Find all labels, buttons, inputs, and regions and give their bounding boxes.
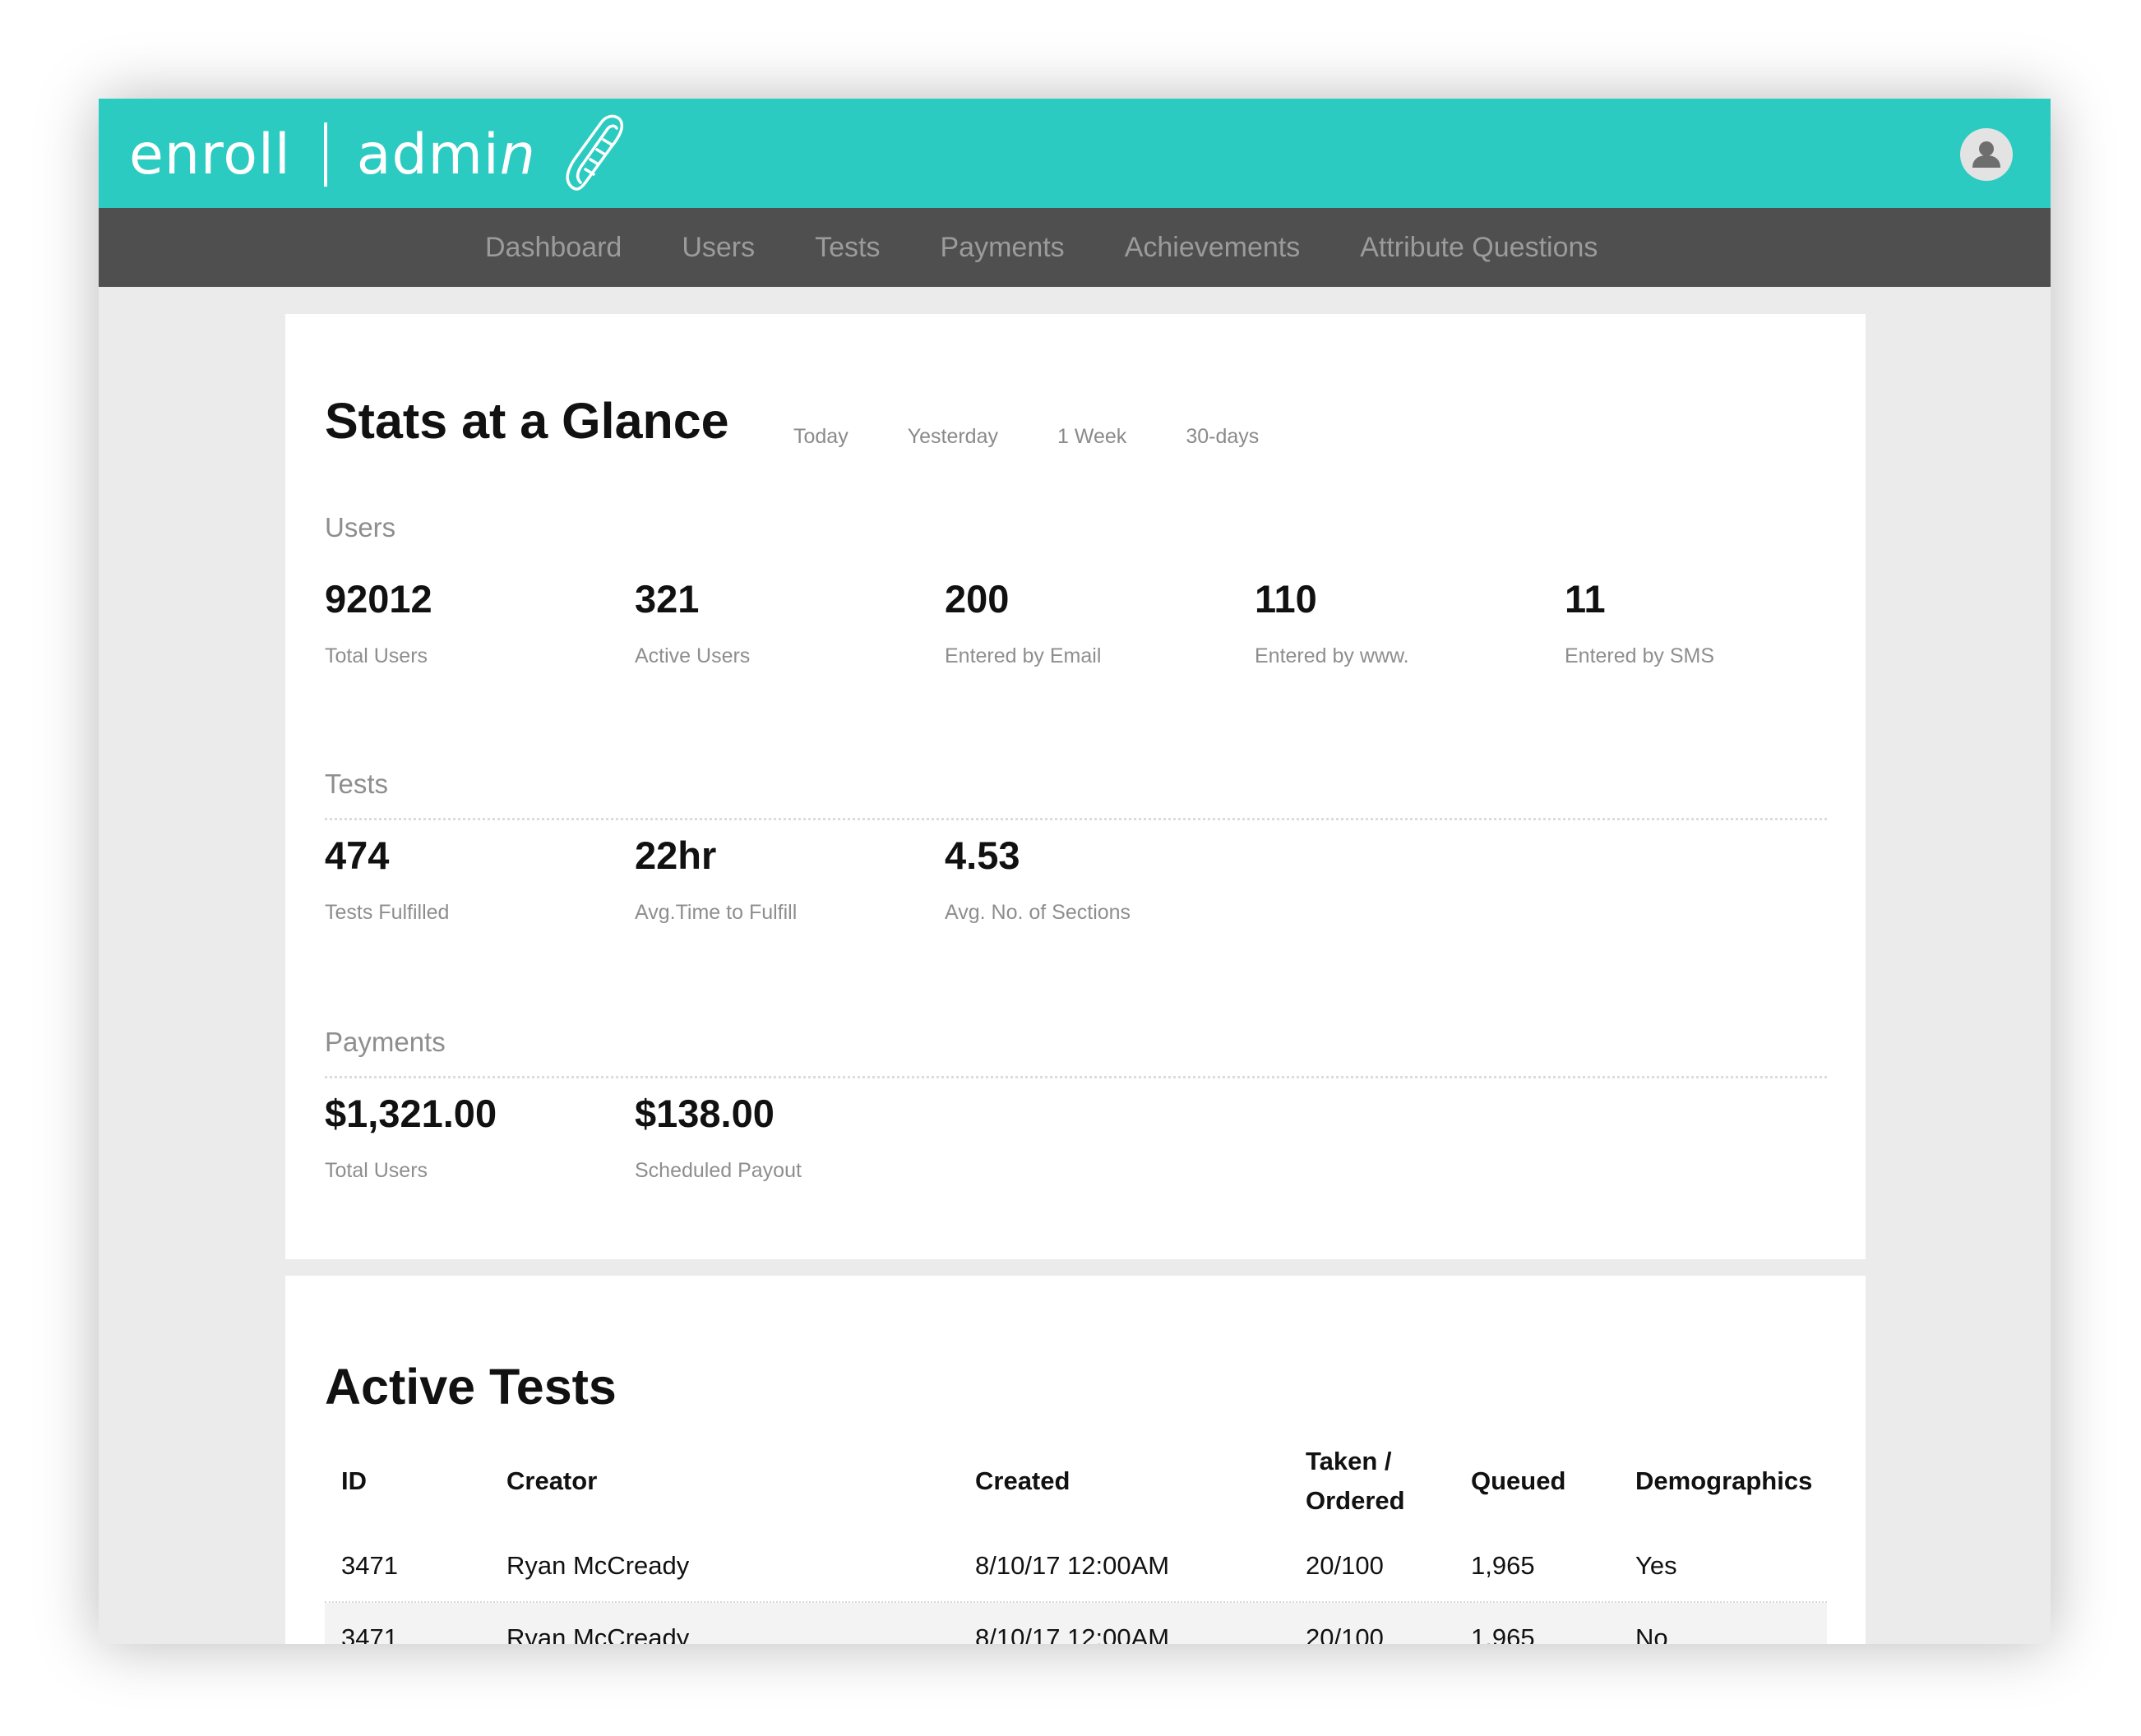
stat-avg-no-of-sections: 4.53 Avg. No. of Sections: [945, 836, 1241, 925]
brand-logo[interactable]: enroll admin: [129, 113, 627, 196]
brand-enroll-text: enroll: [129, 122, 291, 187]
cell-queued: 1,965: [1471, 1551, 1535, 1580]
nav-tests[interactable]: Tests: [815, 232, 880, 264]
nav-attribute-questions[interactable]: Attribute Questions: [1360, 232, 1598, 264]
stat-tests-fulfilled: 474 Tests Fulfilled: [325, 836, 621, 925]
table-header: ID Creator Created Taken / Ordered Queue…: [325, 1432, 1827, 1531]
column-header-taken-ordered[interactable]: Taken / Ordered: [1306, 1442, 1405, 1521]
tests-section-label: Tests: [325, 769, 389, 799]
column-header-created[interactable]: Created: [975, 1461, 1070, 1501]
table-row[interactable]: 3471 Ryan McCready 8/10/17 12:00AM 20/10…: [325, 1531, 1827, 1603]
column-header-queued[interactable]: Queued: [1471, 1461, 1565, 1501]
range-30-days[interactable]: 30-days: [1186, 425, 1259, 449]
cell-demographics: No: [1635, 1623, 1668, 1644]
stat-label: Entered by SMS: [1565, 644, 1715, 667]
cell-taken-ordered: 20/100: [1306, 1551, 1384, 1580]
stat-value: 92012: [325, 577, 432, 621]
cell-taken-ordered: 20/100: [1306, 1623, 1384, 1644]
column-header-demographics[interactable]: Demographics: [1635, 1461, 1812, 1501]
range-today[interactable]: Today: [793, 425, 849, 449]
users-section-label: Users: [325, 512, 396, 542]
brand-separator: [323, 122, 327, 187]
cell-id: 3471: [341, 1551, 398, 1580]
stat-label: Avg. No. of Sections: [945, 901, 1131, 924]
user-avatar-icon[interactable]: [1960, 128, 2013, 181]
stat-label: Total Users: [325, 644, 428, 667]
column-header-ordered: Ordered: [1306, 1486, 1405, 1515]
range-1-week[interactable]: 1 Week: [1057, 425, 1126, 449]
stats-card: Stats at a Glance Today Yesterday 1 Week…: [285, 314, 1866, 1259]
main-nav: Dashboard Users Tests Payments Achieveme…: [99, 208, 2051, 287]
range-filter: Today Yesterday 1 Week 30-days: [793, 425, 1259, 449]
stat-value: 22hr: [635, 833, 717, 877]
stat-total-payments: $1,321.00 Total Users: [325, 1094, 621, 1183]
stat-label: Tests Fulfilled: [325, 901, 450, 924]
cell-queued: 1,965: [1471, 1623, 1535, 1644]
stat-value: 474: [325, 833, 390, 877]
hotdog-icon: [561, 112, 627, 197]
stat-entered-by-email: 200 Entered by Email: [945, 579, 1241, 668]
cell-creator: Ryan McCready: [506, 1623, 690, 1644]
stat-value: 4.53: [945, 833, 1020, 877]
stat-entered-by-sms: 11 Entered by SMS: [1565, 579, 1861, 668]
stat-total-users: 92012 Total Users: [325, 579, 621, 668]
column-header-taken: Taken /: [1306, 1447, 1392, 1475]
stat-label: Entered by Email: [945, 644, 1102, 667]
brand-admin-text: admin: [356, 122, 536, 187]
stat-value: 110: [1255, 577, 1317, 621]
nav-dashboard[interactable]: Dashboard: [485, 232, 622, 264]
payments-section-label: Payments: [325, 1027, 446, 1057]
cell-id: 3471: [341, 1623, 398, 1644]
stat-value: 11: [1565, 577, 1606, 621]
cell-created: 8/10/17 12:00AM: [975, 1551, 1170, 1580]
nav-achievements[interactable]: Achievements: [1125, 232, 1301, 264]
stat-value: 200: [945, 577, 1010, 621]
cell-created: 8/10/17 12:00AM: [975, 1623, 1170, 1644]
stats-title: Stats at a Glance: [325, 393, 729, 449]
stat-entered-by-www: 110 Entered by www.: [1255, 579, 1551, 668]
table-row[interactable]: 3471 Ryan McCready 8/10/17 12:00AM 20/10…: [325, 1603, 1827, 1644]
stat-label: Active Users: [635, 644, 751, 667]
stat-avg-time-to-fulfill: 22hr Avg.Time to Fulfill: [635, 836, 931, 925]
stat-label: Total Users: [325, 1159, 428, 1182]
stat-label: Entered by www.: [1255, 644, 1409, 667]
stat-active-users: 321 Active Users: [635, 579, 931, 668]
section-divider: [325, 1076, 1827, 1078]
stat-label: Scheduled Payout: [635, 1159, 802, 1182]
nav-payments[interactable]: Payments: [941, 232, 1065, 264]
section-divider: [325, 818, 1827, 820]
stat-scheduled-payout: $138.00 Scheduled Payout: [635, 1094, 931, 1183]
column-header-creator[interactable]: Creator: [506, 1461, 597, 1501]
active-tests-card: Active Tests ID Creator Created Taken / …: [285, 1276, 1866, 1644]
stat-value: $138.00: [635, 1092, 775, 1135]
cell-demographics: Yes: [1635, 1551, 1677, 1580]
stat-value: $1,321.00: [325, 1092, 497, 1135]
top-bar: enroll admin: [99, 99, 2051, 208]
nav-users[interactable]: Users: [682, 232, 755, 264]
stat-label: Avg.Time to Fulfill: [635, 901, 798, 924]
app-window: enroll admin Dashboard Users Tests Payme…: [99, 99, 2051, 1644]
range-yesterday[interactable]: Yesterday: [908, 425, 998, 449]
column-header-id[interactable]: ID: [341, 1461, 367, 1501]
stat-value: 321: [635, 577, 700, 621]
active-tests-title: Active Tests: [325, 1359, 617, 1415]
cell-creator: Ryan McCready: [506, 1551, 690, 1580]
